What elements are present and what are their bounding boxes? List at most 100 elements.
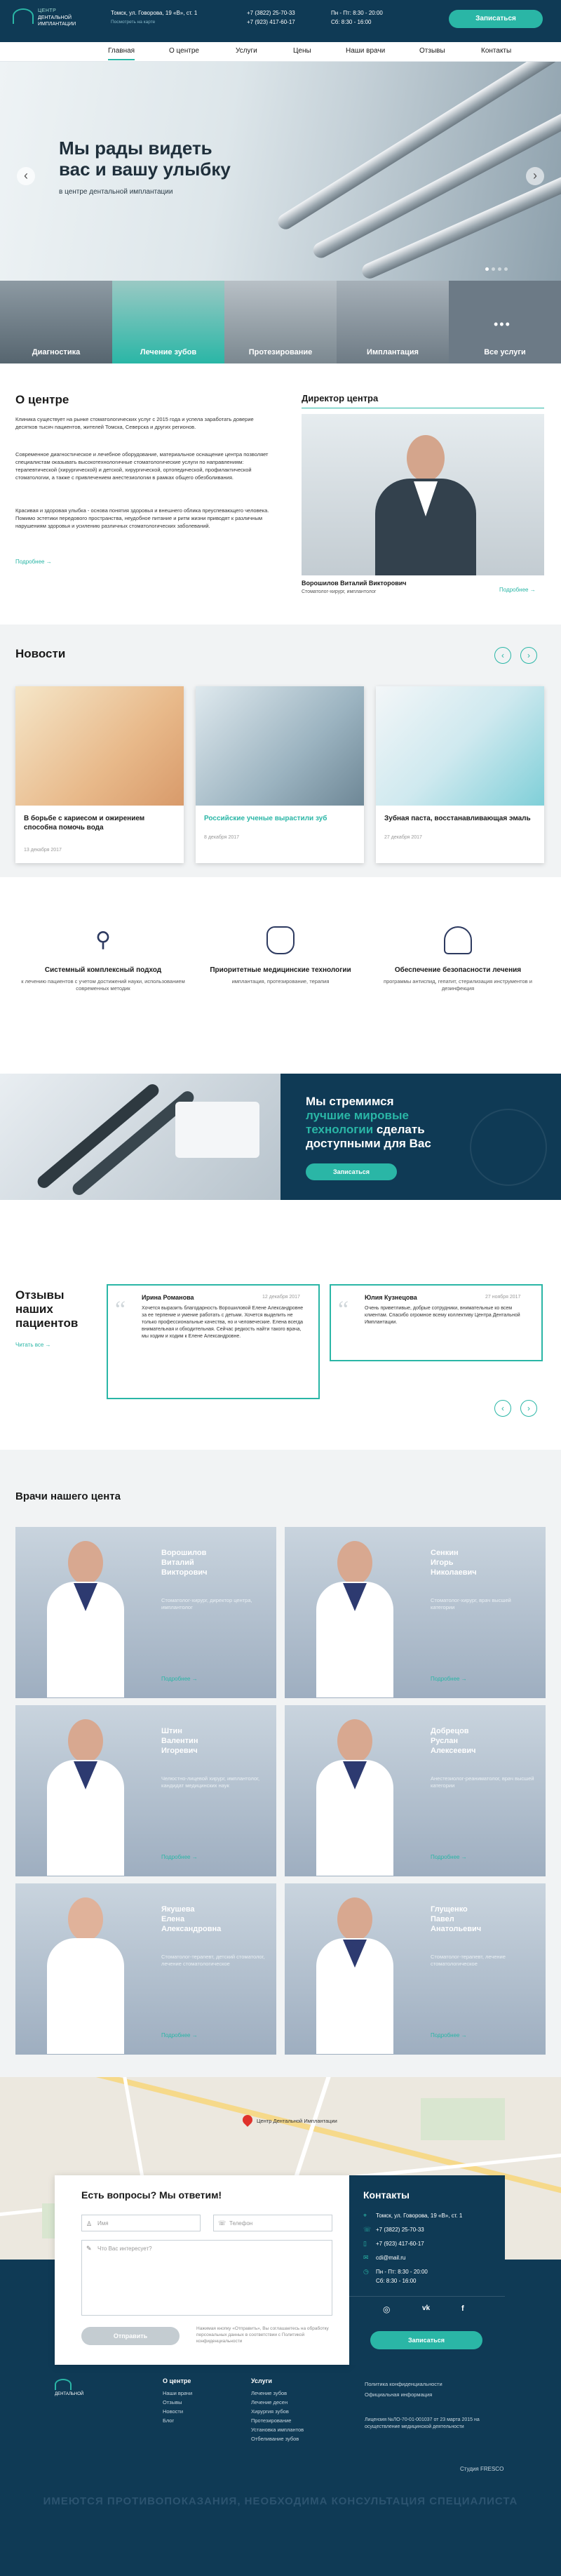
doctor-more-link[interactable]: Подробнее →	[161, 1676, 198, 1682]
service-treatment[interactable]: Лечение зубов	[112, 281, 224, 363]
slider-dot[interactable]	[492, 267, 495, 271]
contacts-signup-button[interactable]: Записаться	[370, 2331, 482, 2349]
nav-item-prices[interactable]: Цены	[293, 47, 311, 55]
news-prev-button[interactable]: ‹	[494, 647, 511, 664]
footer-logo[interactable]: ДЕНТАЛЬНОЙ	[55, 2379, 97, 2400]
logo[interactable]: ЦЕНТР ДЕНТАЛЬНОЙ ИМПЛАНТАЦИИ	[13, 7, 111, 32]
footer-link[interactable]: Лечение десен	[251, 2398, 304, 2407]
submit-button[interactable]: Отправить	[81, 2327, 180, 2345]
news-next-button[interactable]: ›	[520, 647, 537, 664]
doctor-card[interactable]: Штин Валентин Игоревич Челюстно-лицевой хи…	[15, 1705, 276, 1876]
header-phone[interactable]: +7 (3822) 25-70-33	[247, 10, 295, 16]
doctor-card[interactable]: Глущенко Павел Анатольевич Стоматолог-тера…	[285, 1883, 546, 2055]
contacts-email[interactable]: cdi@mail.ru	[376, 2255, 405, 2261]
director-more-link[interactable]: Подробнее →	[499, 587, 536, 593]
slider-dot[interactable]	[504, 267, 508, 271]
location-icon: ⌖	[363, 2212, 367, 2219]
slider-dot[interactable]	[498, 267, 501, 271]
main-nav: Главная О центре Услуги Цены Наши врачи …	[0, 42, 561, 62]
service-all[interactable]: ••• Все услуги	[449, 281, 561, 363]
instagram-icon[interactable]: ◎	[383, 2304, 390, 2314]
footer-link[interactable]: Политика конфиденциальности	[365, 2379, 442, 2389]
slider-dot[interactable]	[485, 267, 489, 271]
about-title: О центре	[15, 393, 69, 406]
about-paragraph: Красивая и здоровая улыбка - основа поня…	[15, 507, 269, 529]
contacts-phone[interactable]: +7 (3822) 25-70-33	[376, 2227, 424, 2233]
header-phone[interactable]: +7 (923) 417-60-17	[247, 19, 295, 25]
hero-next-button[interactable]: ›	[526, 167, 544, 185]
doctor-card[interactable]: Сенкин Игорь Николаевич Стоматолог-хирург,…	[285, 1527, 546, 1698]
footer-link[interactable]: Блог	[163, 2416, 192, 2425]
review-date: 12 декабря 2017	[262, 1295, 300, 1300]
phone-input[interactable]: ☏ Телефон	[213, 2215, 332, 2231]
doctor-more-link[interactable]: Подробнее →	[161, 2032, 198, 2038]
quote-icon: “	[338, 1297, 349, 1323]
footer-link[interactable]: Наши врачи	[163, 2389, 192, 2398]
contacts-phone[interactable]: +7 (923) 417-60-17	[376, 2241, 424, 2247]
about-more-link[interactable]: Подробнее →	[15, 559, 52, 565]
doctor-card[interactable]: Ворошилов Виталий Викторович Стоматолог-хи…	[15, 1527, 276, 1698]
more-dots-icon: •••	[494, 317, 511, 331]
review-author: Юлия Кузнецова	[365, 1294, 417, 1301]
service-prosthetics[interactable]: Протезирование	[224, 281, 337, 363]
footer-link[interactable]: Отбеливание зубов	[251, 2434, 304, 2443]
nav-item-home[interactable]: Главная	[108, 47, 135, 60]
footer-link[interactable]: Новости	[163, 2407, 192, 2416]
signup-button[interactable]: Записаться	[449, 10, 543, 28]
news-card[interactable]: В борьбе с кариесом и ожирением способна…	[15, 686, 184, 863]
news-card-date: 13 декабря 2017	[24, 848, 62, 853]
news-card[interactable]: Российские ученые вырастили зуб 8 декабр…	[196, 686, 364, 863]
nav-item-reviews[interactable]: Отзывы	[419, 47, 445, 55]
director-name: Ворошилов Виталий Викторович	[302, 580, 407, 587]
hero-subtitle: в центре дентальной имплантации	[59, 188, 173, 196]
question-form: Есть вопросы? Мы ответим! ♙ Имя ☏ Телефо…	[55, 2175, 349, 2365]
reviews-all-link[interactable]: Читать все →	[15, 1342, 51, 1348]
disclaimer: ИМЕЮТСЯ ПРОТИВОПОКАЗАНИЯ, НЕОБХОДИМА КОН…	[43, 2495, 518, 2507]
doctor-card[interactable]: Якушева Елена Александровна Стоматолог-тер…	[15, 1883, 276, 2055]
nav-item-doctors[interactable]: Наши врачи	[346, 47, 385, 55]
director-face	[407, 435, 445, 481]
message-input[interactable]: ✎ Что Вас интересует?	[81, 2240, 332, 2316]
footer-link[interactable]: Установка имплантов	[251, 2425, 304, 2434]
studio-link[interactable]: Студия FRESCO	[460, 2466, 503, 2472]
footer-link[interactable]: Протезирование	[251, 2416, 304, 2425]
footer-link[interactable]: Официальная информация	[365, 2389, 442, 2400]
footer-col-title[interactable]: Услуги	[251, 2377, 272, 2384]
footer-link[interactable]: Лечение зубов	[251, 2389, 304, 2398]
doctor-more-link[interactable]: Подробнее →	[431, 1676, 467, 1682]
contacts-address: Томск, ул. Говорова, 19 «В», ст. 1	[376, 2213, 463, 2219]
hero-prev-button[interactable]: ‹	[17, 167, 35, 185]
footer-link[interactable]: Хирургия зубов	[251, 2407, 304, 2416]
reviews-next-button[interactable]: ›	[520, 1400, 537, 1417]
nav-item-contacts[interactable]: Контакты	[481, 47, 511, 55]
news-card[interactable]: Зубная паста, восстанавливающая эмаль 27…	[376, 686, 544, 863]
hero-slider: Мы рады видеть вас и вашу улыбку в центре…	[0, 62, 561, 286]
doctor-photo	[316, 1897, 393, 2054]
service-diagnostics[interactable]: Диагностика	[0, 281, 112, 363]
facebook-icon[interactable]: f	[461, 2304, 464, 2313]
doctor-name: Сенкин Игорь Николаевич	[431, 1549, 477, 1577]
doctor-more-link[interactable]: Подробнее →	[431, 1854, 467, 1860]
doctor-more-link[interactable]: Подробнее →	[431, 2032, 467, 2038]
nav-item-about[interactable]: О центре	[169, 47, 199, 55]
doctor-desc: Стоматолог-терапевт, детский стоматолог,…	[161, 1954, 265, 1967]
service-label: Все услуги	[484, 348, 526, 356]
logo-line: ЦЕНТР	[38, 8, 57, 13]
footer-col-title[interactable]: О центре	[163, 2377, 191, 2384]
doctor-more-link[interactable]: Подробнее →	[161, 1854, 198, 1860]
reviews-prev-button[interactable]: ‹	[494, 1400, 511, 1417]
services-strip: Диагностика Лечение зубов Протезирование…	[0, 281, 561, 363]
nav-item-services[interactable]: Услуги	[236, 47, 257, 55]
service-implantation[interactable]: Имплантация	[337, 281, 449, 363]
review-card: “ Юлия Кузнецова 27 ноября 2017 Очень пр…	[330, 1284, 543, 1361]
name-input[interactable]: ♙ Имя	[81, 2215, 201, 2231]
news-card-title: Зубная паста, восстанавливающая эмаль	[384, 815, 531, 822]
footer-link[interactable]: Отзывы	[163, 2398, 192, 2407]
doctor-card[interactable]: Добрецов Руслан Алексеевич Анестезиолог-ре…	[285, 1705, 546, 1876]
map-link[interactable]: Посмотреть на карте	[111, 20, 155, 25]
review-author: Ирина Романова	[142, 1294, 194, 1301]
mission-signup-button[interactable]: Записаться	[306, 1163, 397, 1180]
doctor-photo	[47, 1897, 124, 2054]
vk-icon[interactable]: vk	[422, 2304, 430, 2312]
hero-title: Мы рады видеть вас и вашу улыбку	[59, 138, 231, 180]
